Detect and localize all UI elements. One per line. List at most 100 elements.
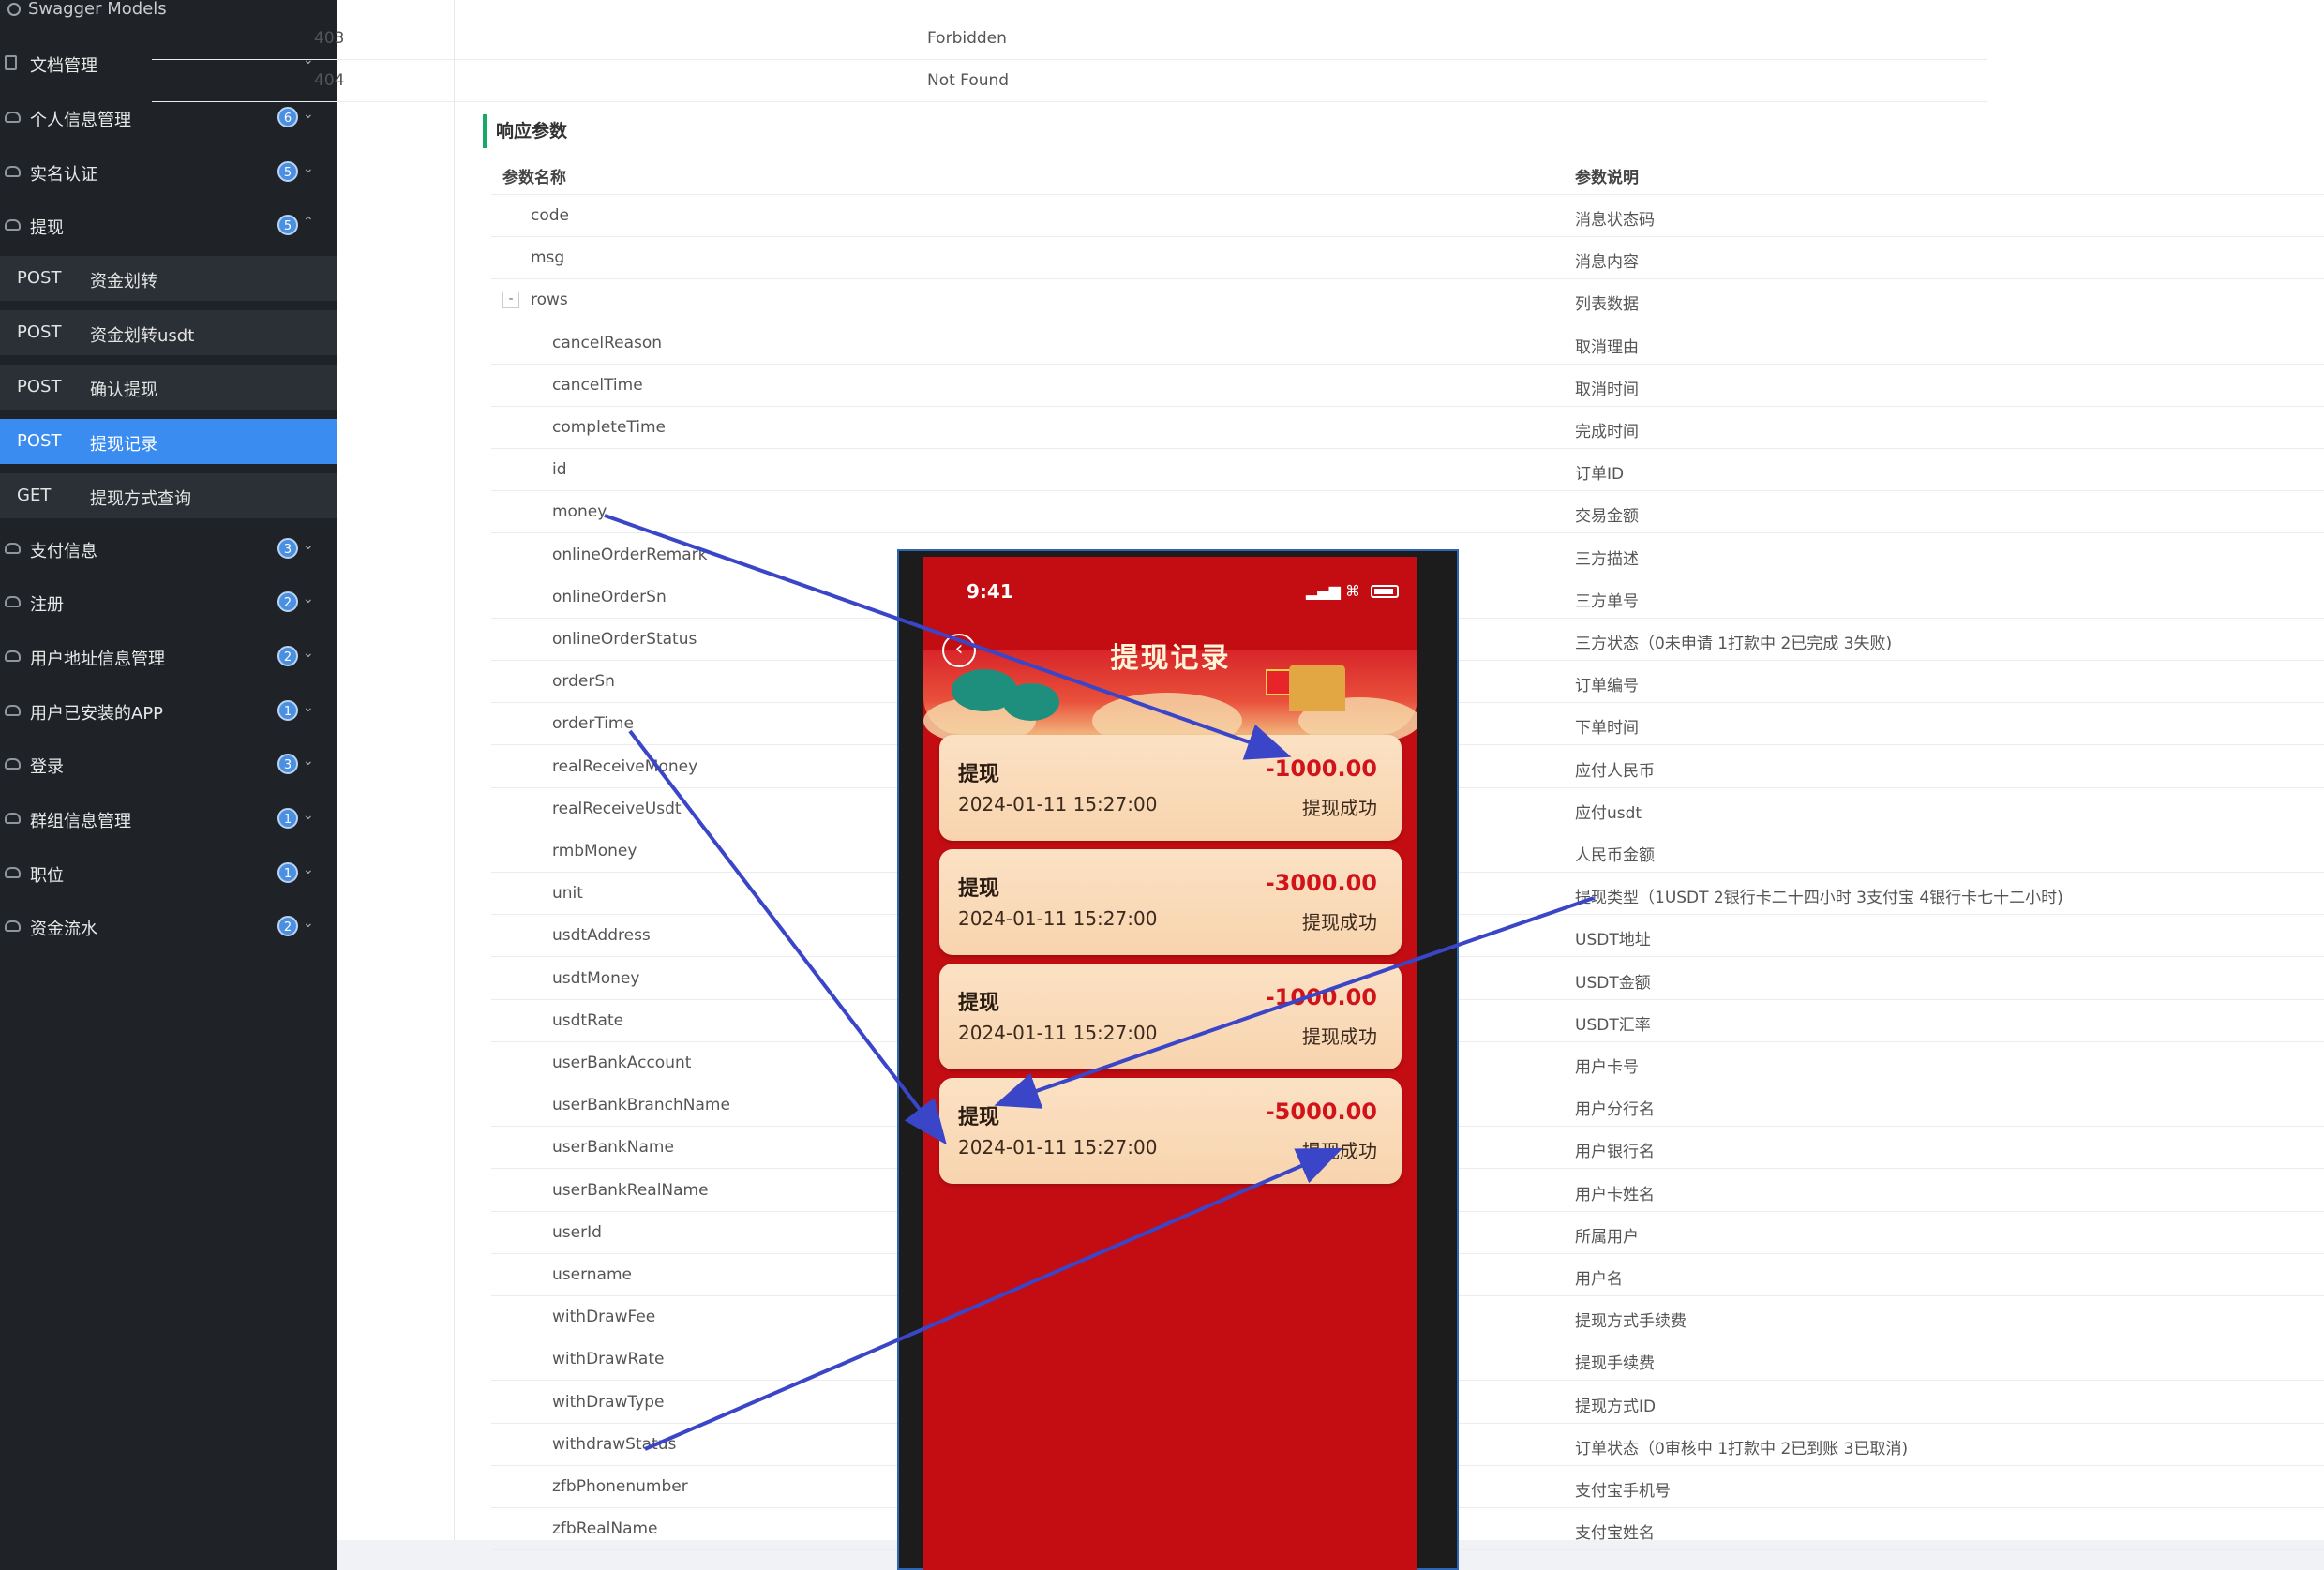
signal-icon: ▂▄▆ — [1306, 582, 1341, 600]
param-name: userBankBranchName — [552, 1096, 730, 1114]
param-desc: 应付usdt — [1575, 804, 1642, 823]
sidebar-group-fund-flow[interactable]: 资金流水 2 ⌄ — [0, 900, 337, 954]
param-desc: 提现类型（1USDT 2银行卡二十四小时 3支付宝 4银行卡七十二小时) — [1575, 889, 2063, 907]
sidebar-group-withdraw[interactable]: 提现 5 ⌃ — [0, 199, 337, 253]
count-badge: 2 — [277, 591, 298, 612]
param-name: unit — [552, 884, 583, 903]
chevron-down-icon: ⌄ — [303, 808, 314, 823]
param-desc: 消息状态码 — [1575, 211, 1655, 230]
sidebar-group-groups[interactable]: 群组信息管理 1 ⌄ — [0, 792, 337, 846]
count-badge: 1 — [277, 862, 298, 883]
count-badge: 3 — [277, 538, 298, 559]
param-desc: 交易金额 — [1575, 507, 1639, 526]
param-name: cancelReason — [552, 334, 663, 352]
cloud-icon — [5, 705, 21, 716]
sidebar-group-login[interactable]: 登录 3 ⌄ — [0, 738, 337, 792]
chevron-down-icon: ⌄ — [303, 161, 314, 176]
param-name: completeTime — [552, 418, 667, 437]
param-desc: 三方状态（0未申请 1打款中 2已完成 3失败) — [1575, 635, 1893, 653]
param-desc: 提现方式ID — [1575, 1398, 1657, 1416]
chevron-down-icon: ⌄ — [303, 700, 314, 715]
param-name: userId — [552, 1223, 602, 1242]
collapse-toggle[interactable]: - — [502, 292, 519, 308]
sidebar-item-confirm-withdraw[interactable]: POST 确认提现 — [0, 365, 337, 410]
param-name: zfbPhonenumber — [552, 1477, 688, 1496]
param-desc: 三方单号 — [1575, 592, 1639, 611]
param-desc: 下单时间 — [1575, 719, 1639, 738]
cloud-icon — [5, 112, 21, 123]
param-name: cancelTime — [552, 376, 643, 395]
sidebar-group-installed-apps[interactable]: 用户已安装的APP 1 ⌄ — [0, 684, 337, 739]
sidebar-item-withdraw-method-query[interactable]: GET 提现方式查询 — [0, 473, 337, 518]
param-row: - rows 列表数据 — [491, 279, 2324, 321]
param-desc: 取消理由 — [1575, 338, 1639, 357]
withdraw-record-card[interactable]: 提现 2024-01-11 15:27:00 -1000.00 提现成功 — [939, 735, 1402, 841]
status-icons: ▂▄▆ ⌘ — [1306, 582, 1400, 600]
count-badge: 2 — [277, 646, 298, 666]
count-badge: 1 — [277, 808, 298, 829]
withdraw-record-card[interactable]: 提现 2024-01-11 15:27:00 -1000.00 提现成功 — [939, 964, 1402, 1069]
param-name: usdtRate — [552, 1011, 624, 1030]
sidebar-item-fund-transfer[interactable]: POST 资金划转 — [0, 256, 337, 301]
content-gutter — [337, 0, 455, 1540]
chevron-down-icon: ⌄ — [303, 862, 314, 877]
param-name: zfbRealName — [552, 1519, 658, 1538]
count-badge: 5 — [277, 161, 298, 182]
param-name: msg — [531, 248, 565, 267]
param-desc: 订单ID — [1575, 465, 1625, 484]
withdraw-record-card[interactable]: 提现 2024-01-11 15:27:00 -5000.00 提现成功 — [939, 1078, 1402, 1184]
sidebar-item-withdraw-records[interactable]: POST 提现记录 — [0, 419, 337, 464]
param-name: code — [531, 206, 569, 225]
param-name: withDrawFee — [552, 1308, 656, 1326]
param-name: username — [552, 1265, 632, 1284]
param-name: orderSn — [552, 672, 615, 691]
sidebar-group-register[interactable]: 注册 2 ⌄ — [0, 576, 337, 630]
cloud-icon — [5, 166, 21, 177]
cloud-icon — [5, 219, 21, 231]
param-desc: 完成时间 — [1575, 423, 1639, 441]
sidebar-item-fund-transfer-usdt[interactable]: POST 资金划转usdt — [0, 310, 337, 355]
param-name: userBankName — [552, 1138, 674, 1157]
sidebar-group-positions[interactable]: 职位 1 ⌄ — [0, 846, 337, 901]
param-desc: 所属用户 — [1575, 1228, 1639, 1247]
phone-screen: 9:41 ▂▄▆ ⌘ ‹ 提现记录 提现 2024-01-11 15:27:00… — [923, 557, 1417, 1570]
chevron-down-icon: ⌄ — [303, 538, 314, 553]
param-name: withDrawRate — [552, 1350, 665, 1368]
param-name: onlineOrderRemark — [552, 546, 708, 564]
cloud-icon — [5, 867, 21, 878]
cloud-icon — [5, 596, 21, 607]
sidebar-group-payment[interactable]: 支付信息 3 ⌄ — [0, 522, 337, 576]
param-name: rmbMoney — [552, 842, 637, 860]
param-row: id 订单ID — [491, 449, 2324, 491]
withdraw-record-card[interactable]: 提现 2024-01-11 15:27:00 -3000.00 提现成功 — [939, 849, 1402, 955]
param-desc: 订单状态（0审核中 1打款中 2已到账 3已取消) — [1575, 1440, 1909, 1458]
param-desc: 提现方式手续费 — [1575, 1312, 1687, 1331]
param-name: usdtMoney — [552, 969, 640, 988]
page-title: 提现记录 — [1110, 642, 1231, 675]
param-desc: 订单编号 — [1575, 677, 1639, 695]
param-name: usdtAddress — [552, 926, 651, 945]
param-name: realReceiveMoney — [552, 757, 698, 776]
sidebar-group-address[interactable]: 用户地址信息管理 2 ⌄ — [0, 630, 337, 684]
sidebar-group-realname[interactable]: 实名认证 5 ⌄ — [0, 145, 337, 200]
param-row: cancelTime 取消时间 — [491, 365, 2324, 407]
phone-mockup: 9:41 ▂▄▆ ⌘ ‹ 提现记录 提现 2024-01-11 15:27:00… — [897, 549, 1459, 1570]
param-desc: 三方描述 — [1575, 550, 1639, 569]
chevron-down-icon: ⌄ — [303, 646, 314, 661]
chevron-down-icon: ⌄ — [303, 916, 314, 931]
param-desc: USDT地址 — [1575, 931, 1651, 949]
param-name: onlineOrderSn — [552, 588, 667, 606]
param-name: money — [552, 502, 607, 521]
param-row: msg 消息内容 — [491, 237, 2324, 279]
count-badge: 2 — [277, 916, 298, 936]
count-badge: 6 — [277, 107, 298, 127]
count-badge: 3 — [277, 754, 298, 774]
param-name: orderTime — [552, 714, 634, 733]
param-name: id — [552, 460, 567, 479]
param-desc: 消息内容 — [1575, 253, 1639, 272]
cloud-icon — [5, 920, 21, 932]
param-desc: 用户卡姓名 — [1575, 1186, 1655, 1204]
cloud-icon — [5, 758, 21, 770]
models-icon — [7, 3, 21, 16]
param-desc: 取消时间 — [1575, 381, 1639, 399]
